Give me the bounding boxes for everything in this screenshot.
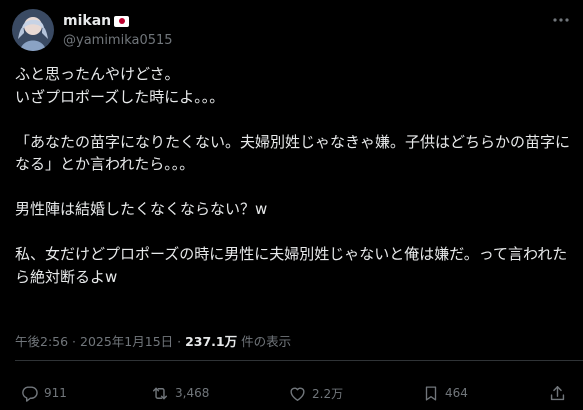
like-icon <box>288 384 307 403</box>
reply-icon <box>20 384 39 403</box>
view-count[interactable]: 237.1万 <box>185 334 237 349</box>
post-meta: 午後2:56 · 2025年1月15日 · 237.1万 件の表示 <box>15 331 291 350</box>
repost-count: 3,468 <box>175 386 210 400</box>
display-name[interactable]: mikan <box>63 13 111 29</box>
bookmark-icon <box>422 384 440 403</box>
reply-button[interactable]: 911 <box>20 380 67 406</box>
more-icon[interactable] <box>551 10 571 30</box>
share-icon <box>548 384 567 403</box>
repost-icon <box>150 384 170 403</box>
post: mikan @yamimika0515 ふと思ったんやけどさ。 いざプロポーズし… <box>0 0 583 410</box>
share-button[interactable] <box>548 380 567 406</box>
view-count-label: 件の表示 <box>237 334 292 349</box>
name-row: mikan <box>63 12 173 30</box>
japan-flag-icon <box>114 15 130 27</box>
bookmark-button[interactable]: 464 <box>422 380 468 406</box>
post-text: ふと思ったんやけどさ。 いざプロポーズした時によ。。。 「あなたの苗字になりたく… <box>15 65 571 286</box>
like-count: 2.2万 <box>312 386 344 401</box>
timestamp[interactable]: 午後2:56 · 2025年1月15日 · <box>15 334 185 349</box>
like-button[interactable]: 2.2万 <box>288 380 343 406</box>
user-handle[interactable]: @yamimika0515 <box>63 33 173 48</box>
divider <box>15 360 583 361</box>
repost-button[interactable]: 3,468 <box>150 380 209 406</box>
avatar[interactable] <box>12 9 54 51</box>
post-header: mikan @yamimika0515 <box>12 8 173 52</box>
author-names: mikan @yamimika0515 <box>63 12 173 48</box>
bookmark-count: 464 <box>445 386 468 400</box>
action-bar: 911 3,468 2.2万 464 <box>0 380 583 408</box>
reply-count: 911 <box>44 386 67 400</box>
